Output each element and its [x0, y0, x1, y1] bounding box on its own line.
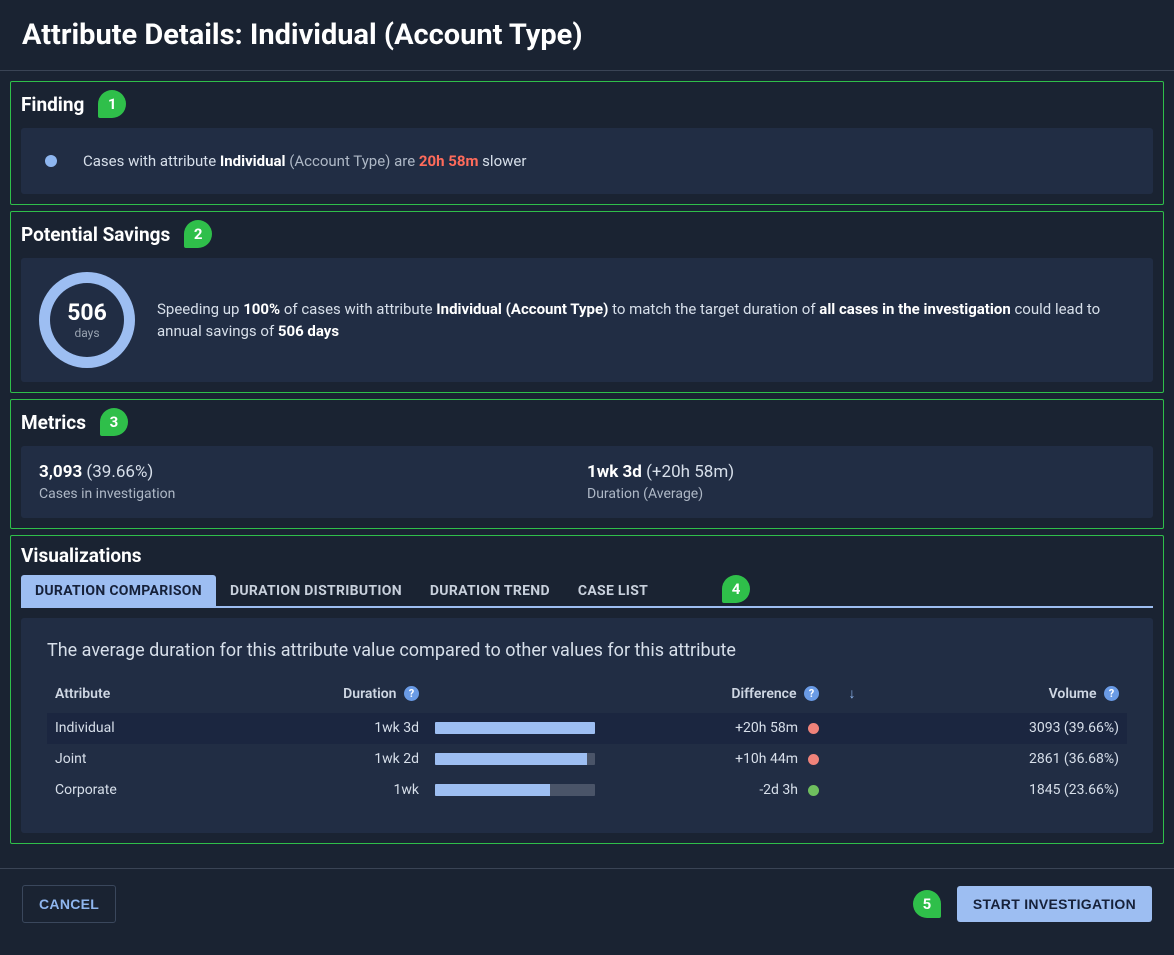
sv-t2: of cases with attribute [280, 300, 436, 318]
finding-bullet-icon [45, 155, 57, 167]
section-savings: Potential Savings 2 506 days Speeding up… [10, 211, 1164, 393]
savings-heading: Potential Savings [21, 223, 170, 246]
cell-volume: 1845 (23.66%) [877, 775, 1127, 806]
indicator-dot-icon [808, 785, 819, 796]
section-finding: Finding 1 Cases with attribute Individua… [10, 81, 1164, 205]
sv-b2: Individual (Account Type) [436, 300, 608, 318]
callout-2: 2 [184, 220, 212, 248]
col-duration-label: Duration [343, 686, 396, 702]
table-row[interactable]: Joint 1wk 2d +10h 44m 2861 (36.68%) [47, 744, 1127, 775]
savings-ring-unit: days [74, 326, 99, 340]
col-attribute[interactable]: Attribute [47, 679, 227, 713]
diff-text: +20h 58m [735, 720, 798, 736]
col-sort[interactable]: ↓ [827, 679, 877, 713]
tab-case-list[interactable]: CASE LIST [564, 575, 662, 607]
metric-cases-value: 3,093 [39, 462, 82, 482]
cell-attribute: Joint [47, 744, 227, 775]
col-difference-label: Difference [731, 686, 796, 702]
table-row[interactable]: Corporate 1wk -2d 3h 1845 (23.66%) [47, 775, 1127, 806]
metric-cases: 3,093 (39.66%) Cases in investigation [39, 462, 587, 502]
cell-duration: 1wk [227, 775, 427, 806]
visualizations-heading: Visualizations [21, 544, 142, 567]
metric-duration: 1wk 3d (+20h 58m) Duration (Average) [587, 462, 1135, 502]
cell-volume: 3093 (39.66%) [877, 713, 1127, 744]
sv-b3: all cases in the investigation [819, 300, 1010, 318]
callout-1: 1 [98, 90, 126, 118]
sort-down-icon: ↓ [849, 685, 856, 702]
metric-duration-value: 1wk 3d [587, 462, 642, 482]
finding-prefix: Cases with attribute [83, 152, 220, 170]
savings-ring-value: 506 [67, 301, 107, 324]
col-duration[interactable]: Duration ? [227, 679, 427, 713]
col-volume-label: Volume [1049, 686, 1097, 702]
cell-duration: 1wk 3d [227, 713, 427, 744]
col-bar [427, 679, 607, 713]
help-icon[interactable]: ? [1104, 686, 1119, 701]
cell-difference: +10h 44m [607, 744, 827, 775]
cell-bar [427, 713, 607, 744]
help-icon[interactable]: ? [804, 686, 819, 701]
callout-4: 4 [722, 575, 750, 603]
metrics-heading: Metrics [21, 411, 86, 434]
help-icon[interactable]: ? [404, 686, 419, 701]
indicator-dot-icon [808, 723, 819, 734]
indicator-dot-icon [808, 754, 819, 765]
finding-highlight: 20h 58m [419, 152, 479, 170]
callout-5: 5 [913, 890, 941, 918]
metric-duration-rest: (+20h 58m) [642, 462, 734, 482]
diff-text: +10h 44m [735, 751, 798, 767]
footer-bar: CANCEL 5 START INVESTIGATION [0, 868, 1174, 939]
cell-volume: 2861 (36.68%) [877, 744, 1127, 775]
savings-ring-icon: 506 days [39, 272, 135, 368]
bar-fill [435, 784, 550, 796]
finding-paren: (Account Type) are [286, 152, 419, 170]
page-title: Attribute Details: Individual (Account T… [22, 18, 1152, 52]
start-investigation-button[interactable]: START INVESTIGATION [957, 886, 1152, 922]
sv-b1: 100% [243, 300, 280, 318]
tab-duration-comparison[interactable]: DURATION COMPARISON [21, 575, 216, 607]
section-metrics: Metrics 3 3,093 (39.66%) Cases in invest… [10, 399, 1164, 529]
metric-cases-rest: (39.66%) [82, 462, 153, 482]
cell-duration: 1wk 2d [227, 744, 427, 775]
diff-text: -2d 3h [759, 782, 798, 798]
comparison-table: Attribute Duration ? Difference ? ↓ Volu… [47, 679, 1127, 805]
section-visualizations: Visualizations DURATION COMPARISON DURAT… [10, 535, 1164, 844]
bar-fill [435, 722, 595, 734]
title-bar: Attribute Details: Individual (Account T… [0, 0, 1174, 71]
cell-difference: +20h 58m [607, 713, 827, 744]
finding-text: Cases with attribute Individual (Account… [83, 152, 526, 170]
tab-duration-distribution[interactable]: DURATION DISTRIBUTION [216, 575, 416, 607]
cell-attribute: Individual [47, 713, 227, 744]
cell-bar [427, 775, 607, 806]
col-volume[interactable]: Volume ? [877, 679, 1127, 713]
cell-attribute: Corporate [47, 775, 227, 806]
callout-3: 3 [100, 408, 128, 436]
col-attribute-label: Attribute [55, 686, 110, 702]
metric-cases-label: Cases in investigation [39, 486, 587, 502]
viz-tabs: DURATION COMPARISON DURATION DISTRIBUTIO… [21, 575, 1153, 608]
sv-t1: Speeding up [157, 300, 243, 318]
viz-card: The average duration for this attribute … [21, 618, 1153, 833]
finding-bold: Individual [220, 152, 286, 170]
bar-fill [435, 753, 587, 765]
cancel-button[interactable]: CANCEL [22, 885, 116, 923]
metric-duration-label: Duration (Average) [587, 486, 1135, 502]
table-row[interactable]: Individual 1wk 3d +20h 58m 3093 (39.66%) [47, 713, 1127, 744]
tab-duration-trend[interactable]: DURATION TREND [416, 575, 564, 607]
sv-b4: 506 days [278, 322, 339, 340]
sv-t3: to match the target duration of [608, 300, 819, 318]
metrics-card: 3,093 (39.66%) Cases in investigation 1w… [21, 446, 1153, 518]
savings-card: 506 days Speeding up 100% of cases with … [21, 258, 1153, 382]
cell-difference: -2d 3h [607, 775, 827, 806]
viz-description: The average duration for this attribute … [47, 640, 1127, 661]
savings-text: Speeding up 100% of cases with attribute… [157, 298, 1135, 343]
finding-heading: Finding [21, 93, 84, 116]
col-difference[interactable]: Difference ? [607, 679, 827, 713]
cell-bar [427, 744, 607, 775]
finding-card: Cases with attribute Individual (Account… [21, 128, 1153, 194]
finding-suffix: slower [478, 152, 526, 170]
